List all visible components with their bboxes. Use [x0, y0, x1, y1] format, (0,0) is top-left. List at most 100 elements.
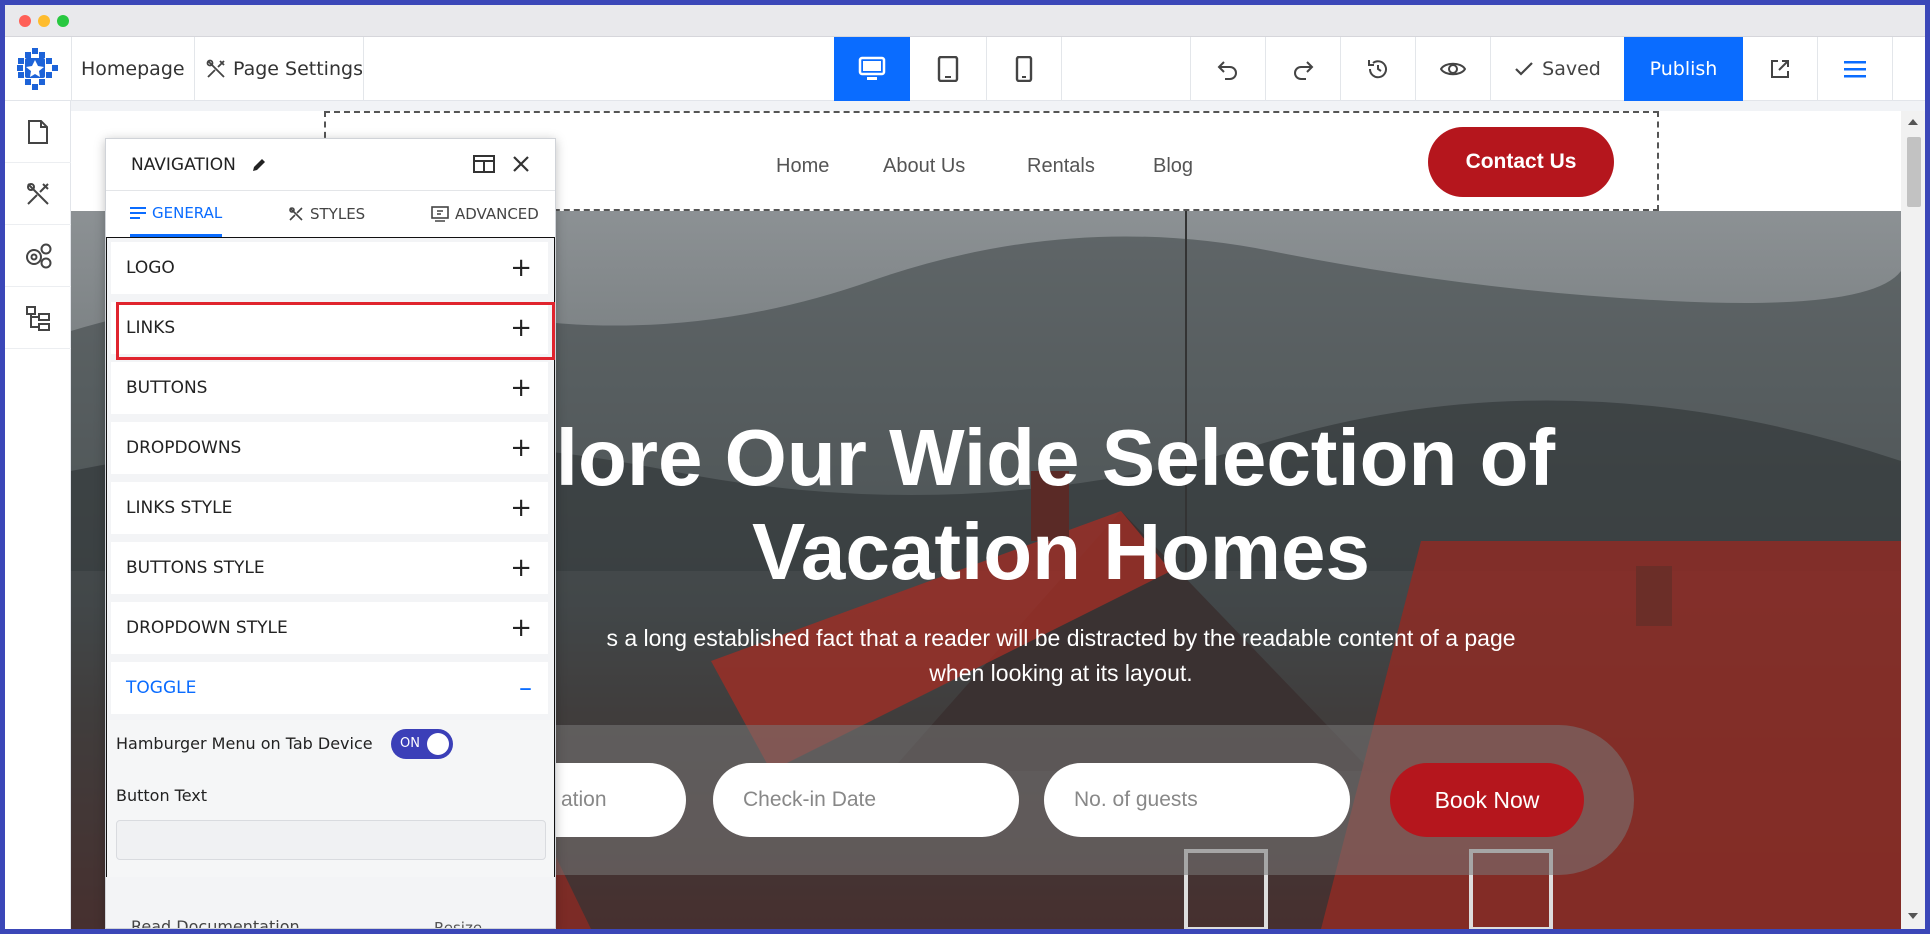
- plus-icon: +: [510, 433, 532, 463]
- mobile-icon: [1015, 56, 1033, 82]
- window-titlebar: [5, 5, 1925, 37]
- section-dropdown-style[interactable]: DROPDOWN STYLE +: [111, 602, 548, 654]
- settings-button[interactable]: [5, 225, 71, 287]
- desktop-view-button[interactable]: [834, 37, 910, 101]
- dock-panel-icon[interactable]: [473, 155, 495, 173]
- switch-knob: [427, 733, 449, 755]
- publish-button[interactable]: Publish: [1624, 37, 1743, 101]
- section-buttons-style[interactable]: BUTTONS STYLE +: [111, 542, 548, 594]
- scroll-up-icon[interactable]: [1907, 117, 1919, 127]
- tab-styles-label: STYLES: [310, 205, 366, 223]
- tools-icon: [289, 207, 303, 221]
- history-icon: [1368, 60, 1387, 79]
- mobile-view-button[interactable]: [987, 37, 1061, 101]
- section-buttons-label: BUTTONS: [126, 378, 208, 398]
- hero-title-line2: Vacation Homes: [751, 507, 1370, 596]
- list-icon: [130, 206, 146, 219]
- section-links-style[interactable]: LINKS STYLE +: [111, 482, 548, 534]
- breadcrumb-page[interactable]: Homepage: [81, 37, 185, 101]
- plus-icon: +: [510, 373, 532, 403]
- edit-pencil-icon[interactable]: [251, 157, 267, 173]
- switch-on-label: ON: [400, 736, 420, 751]
- toggle-settings: Hamburger Menu on Tab Device ON Button T…: [107, 720, 554, 878]
- undo-icon: [1217, 61, 1237, 80]
- design-tools-button[interactable]: [5, 163, 71, 225]
- section-logo[interactable]: LOGO +: [111, 242, 548, 294]
- plus-icon: +: [510, 613, 532, 643]
- resize-handle[interactable]: Resize: [434, 919, 482, 928]
- plus-icon: +: [510, 553, 532, 583]
- tools-icon: [27, 182, 49, 205]
- hero-subtitle-line1: s a long established fact that a reader …: [606, 625, 1516, 651]
- panel-footer: Read Documentation Resize: [106, 877, 555, 928]
- desktop-icon: [858, 56, 886, 80]
- section-dropdowns[interactable]: DROPDOWNS +: [111, 422, 548, 474]
- canvas-scrollbar[interactable]: [1901, 111, 1925, 929]
- checkin-date-field[interactable]: Check-in Date: [713, 763, 1019, 837]
- gears-icon: [26, 243, 52, 268]
- tools-icon: [206, 59, 225, 78]
- page-icon: [28, 119, 48, 144]
- eye-icon: [1440, 62, 1466, 76]
- book-now-button[interactable]: Book Now: [1390, 763, 1584, 837]
- close-window-icon[interactable]: [19, 15, 31, 27]
- minimize-window-icon[interactable]: [38, 15, 50, 27]
- panel-tabs: GENERAL STYLES ADVANCED: [106, 191, 555, 237]
- left-sidebar: [5, 101, 71, 929]
- section-toggle-label: TOGGLE: [126, 678, 197, 698]
- section-buttons[interactable]: BUTTONS +: [111, 362, 548, 414]
- open-external-button[interactable]: [1743, 37, 1817, 101]
- app-logo[interactable]: [17, 48, 59, 90]
- links-section-highlight: [116, 302, 555, 360]
- tab-general-label: GENERAL: [152, 203, 223, 222]
- plus-icon: +: [510, 253, 532, 283]
- app-window: Homepage Page Settings Saved Publish Hom…: [5, 5, 1925, 929]
- tab-styles[interactable]: STYLES: [288, 191, 365, 237]
- hamburger-icon: [1844, 61, 1866, 78]
- scroll-down-icon[interactable]: [1907, 911, 1919, 921]
- tab-general[interactable]: GENERAL: [130, 191, 223, 237]
- hamburger-toggle-switch[interactable]: ON: [391, 729, 453, 759]
- navigation-settings-panel: NAVIGATION GENERAL STYLES ADVANCED LOGO +…: [105, 138, 556, 929]
- section-logo-label: LOGO: [126, 258, 175, 278]
- external-link-icon: [1771, 60, 1789, 78]
- section-buttons-style-label: BUTTONS STYLE: [126, 558, 265, 578]
- minus-icon: –: [519, 673, 532, 703]
- close-panel-icon[interactable]: [512, 155, 530, 173]
- tablet-view-button[interactable]: [910, 37, 986, 101]
- pages-button[interactable]: [5, 101, 71, 163]
- page-settings-button[interactable]: Page Settings: [205, 37, 363, 101]
- check-icon: [1515, 62, 1533, 76]
- preview-button[interactable]: [1416, 37, 1490, 101]
- button-text-label: Button Text: [116, 786, 208, 805]
- page-settings-label: Page Settings: [233, 58, 363, 80]
- hero-title-line1: plore Our Wide Selection of: [506, 413, 1556, 502]
- plus-icon: +: [510, 493, 532, 523]
- saved-label: Saved: [1542, 58, 1601, 80]
- section-dropdown-style-label: DROPDOWN STYLE: [126, 618, 288, 638]
- panel-title: NAVIGATION: [131, 155, 236, 175]
- section-toggle[interactable]: TOGGLE –: [111, 662, 548, 714]
- history-button[interactable]: [1341, 37, 1415, 101]
- section-dropdowns-label: DROPDOWNS: [126, 438, 242, 458]
- redo-icon: [1294, 61, 1314, 80]
- tab-advanced-label: ADVANCED: [455, 205, 539, 223]
- advanced-icon: [431, 206, 449, 222]
- hero-subtitle: s a long established fact that a reader …: [511, 621, 1611, 691]
- booking-form: ation Check-in Date No. of guests Book N…: [381, 725, 1634, 875]
- saved-status: Saved: [1491, 37, 1624, 101]
- navigator-button[interactable]: [5, 287, 71, 349]
- hero-title: plore Our Wide Selection of Vacation Hom…: [461, 411, 1661, 599]
- menu-button[interactable]: [1818, 37, 1892, 101]
- scrollbar-thumb[interactable]: [1907, 137, 1921, 207]
- undo-button[interactable]: [1191, 37, 1265, 101]
- button-text-input[interactable]: [116, 820, 546, 860]
- read-documentation-link[interactable]: Read Documentation: [131, 917, 300, 928]
- redo-button[interactable]: [1266, 37, 1340, 101]
- section-links-style-label: LINKS STYLE: [126, 498, 233, 518]
- sitemap-icon: [26, 305, 50, 331]
- guests-field[interactable]: No. of guests: [1044, 763, 1350, 837]
- hamburger-menu-label: Hamburger Menu on Tab Device: [116, 734, 373, 753]
- maximize-window-icon[interactable]: [57, 15, 69, 27]
- tab-advanced[interactable]: ADVANCED: [431, 191, 539, 237]
